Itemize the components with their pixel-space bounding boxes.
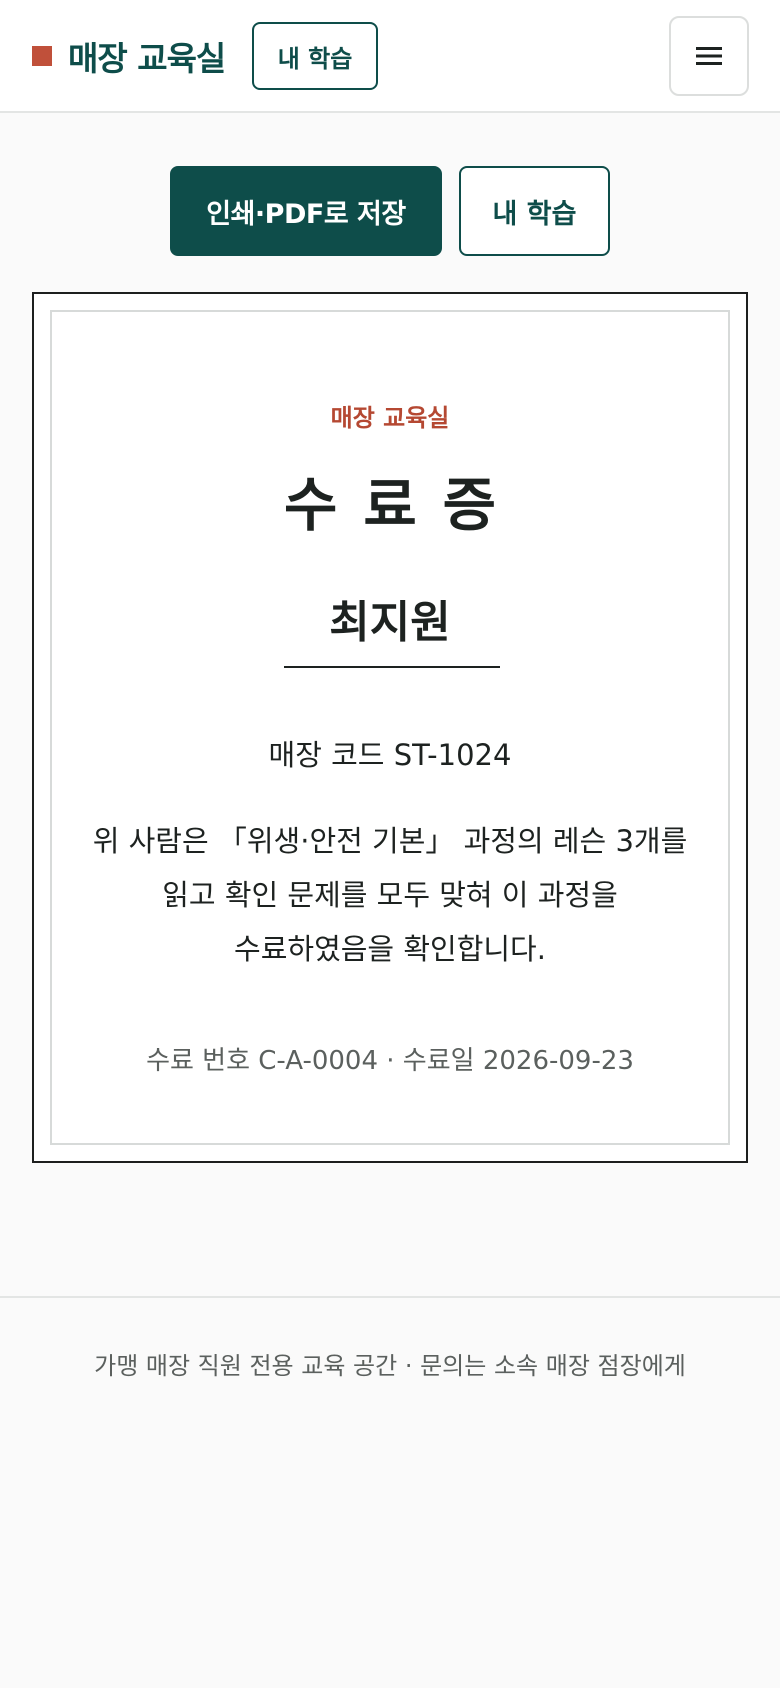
- certificate: 매장 교육실 수료증 최지원 매장 코드 ST-1024 위 사람은 「위생·안…: [32, 292, 748, 1163]
- hamburger-icon: [696, 47, 722, 65]
- store-code: 매장 코드 ST-1024: [268, 738, 512, 772]
- name-underline: [284, 666, 500, 668]
- statement-line-1: 위 사람은 「위생·안전 기본」 과정의 레슨 3개를: [92, 824, 688, 858]
- footer-divider: [0, 1296, 780, 1298]
- recipient-name: 최지원: [329, 597, 451, 648]
- print-pdf-button[interactable]: 인쇄·PDF로 저장: [170, 166, 442, 256]
- header-my-learning-button[interactable]: 내 학습: [252, 22, 378, 90]
- brand-name: 매장 교육실: [68, 39, 226, 78]
- certificate-statement: 위 사람은 「위생·안전 기본」 과정의 레슨 3개를 읽고 확인 문제를 모두…: [82, 814, 698, 976]
- certificate-actions: 인쇄·PDF로 저장 내 학습: [0, 166, 780, 256]
- statement-line-3: 수료하였음을 확인합니다.: [234, 932, 546, 966]
- brand-logo-mark: [32, 46, 52, 66]
- certificate-inner-frame: 매장 교육실 수료증 최지원 매장 코드 ST-1024 위 사람은 「위생·안…: [50, 310, 730, 1145]
- certificate-org: 매장 교육실: [330, 404, 450, 432]
- footer-text: 가맹 매장 직원 전용 교육 공간 · 문의는 소속 매장 점장에게: [94, 1352, 686, 1380]
- statement-line-2: 읽고 확인 문제를 모두 맞혀 이 과정을: [162, 878, 618, 912]
- top-bar: 매장 교육실 내 학습: [0, 0, 780, 113]
- my-learning-button[interactable]: 내 학습: [459, 166, 610, 256]
- menu-button[interactable]: [669, 16, 749, 96]
- certificate-meta: 수료 번호 C-A-0004 · 수료일 2026-09-23: [146, 1046, 634, 1076]
- certificate-title: 수료증: [283, 471, 523, 539]
- brand[interactable]: 매장 교육실: [32, 30, 226, 82]
